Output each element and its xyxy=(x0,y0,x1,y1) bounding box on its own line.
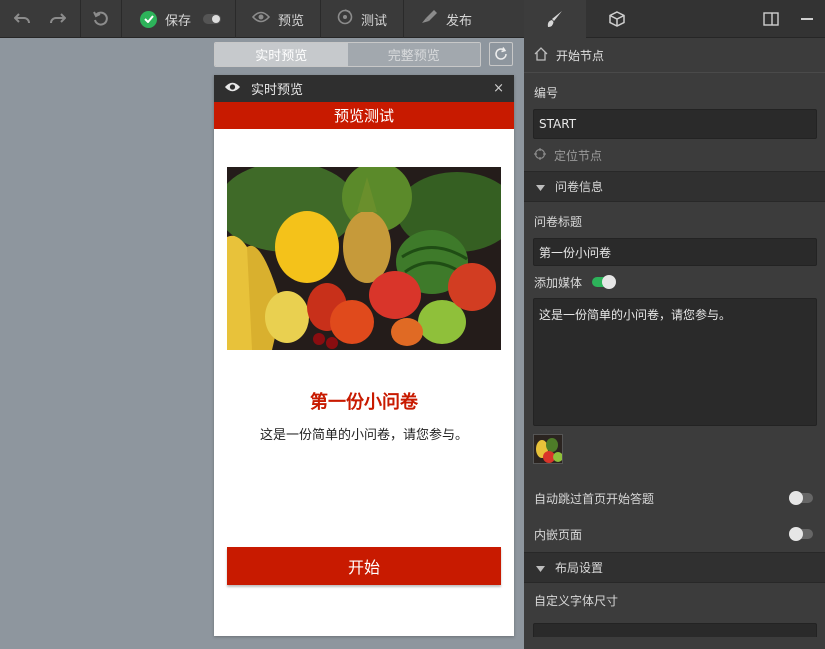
node-label: 开始节点 xyxy=(556,48,605,63)
top-toolbar: 保存 预览 测试 发布 xyxy=(0,0,524,38)
test-button[interactable]: 测试 xyxy=(321,0,405,38)
section-title: 布局设置 xyxy=(555,561,604,575)
locate-node-button[interactable]: 定位节点 xyxy=(524,139,825,171)
tab-full-preview[interactable]: 完整预览 xyxy=(347,43,480,66)
publish-label: 发布 xyxy=(446,13,473,29)
redo-icon[interactable] xyxy=(40,0,76,38)
tab-live-preview[interactable]: 实时预览 xyxy=(215,43,348,66)
caret-down-icon xyxy=(536,561,545,575)
embed-page-switch[interactable] xyxy=(789,527,813,541)
dock-panel-icon[interactable] xyxy=(753,0,789,38)
refresh-icon[interactable] xyxy=(489,42,513,66)
id-label: 编号 xyxy=(534,85,559,100)
undo-icon[interactable] xyxy=(4,0,40,38)
section-title: 问卷信息 xyxy=(555,180,604,194)
start-button[interactable]: 开始 xyxy=(227,547,501,585)
embed-page-row: 内嵌页面 xyxy=(524,516,825,552)
font-size-field[interactable] xyxy=(533,623,817,637)
test-label: 测试 xyxy=(361,13,388,29)
auto-skip-switch[interactable] xyxy=(789,491,813,505)
add-media-switch[interactable] xyxy=(592,275,617,289)
panel-window-controls xyxy=(753,0,825,37)
autosave-toggle[interactable] xyxy=(203,14,222,24)
embed-page-label: 内嵌页面 xyxy=(534,527,583,542)
save-button[interactable]: 保存 xyxy=(122,0,237,38)
properties-panel: 开始节点 编号 START 定位节点 问卷信息 问卷标题 第一份小问卷 添加媒体… xyxy=(524,0,825,649)
locate-label: 定位节点 xyxy=(554,148,603,163)
panel-tabs xyxy=(524,0,825,38)
eye-icon xyxy=(224,81,241,97)
id-field[interactable]: START xyxy=(533,109,817,139)
survey-title-label: 问卷标题 xyxy=(534,214,583,229)
font-size-label: 自定义字体尺寸 xyxy=(534,593,619,608)
add-media-row: 添加媒体 xyxy=(524,266,825,298)
survey-info-section[interactable]: 问卷信息 xyxy=(524,171,825,202)
preview-header-label: 实时预览 xyxy=(251,83,304,98)
caret-down-icon xyxy=(536,180,545,194)
publish-button[interactable]: 发布 xyxy=(404,0,488,38)
layout-section[interactable]: 布局设置 xyxy=(524,552,825,583)
auto-skip-label: 自动跳过首页开始答题 xyxy=(534,491,655,506)
add-media-label: 添加媒体 xyxy=(534,275,583,290)
preview-label: 预览 xyxy=(278,13,305,29)
close-icon[interactable]: × xyxy=(493,81,504,96)
rocket-icon xyxy=(420,9,438,29)
save-label: 保存 xyxy=(165,13,192,29)
node-header: 开始节点 xyxy=(524,38,825,73)
crosshair-icon xyxy=(534,147,546,163)
media-thumbnail[interactable] xyxy=(533,434,563,464)
phone-preview: 实时预览 × 预览测试 第一份小问卷 这是一份简单的小问卷，请您参与。 开始 xyxy=(214,75,514,636)
brush-icon[interactable] xyxy=(524,0,586,38)
eye-icon xyxy=(251,11,271,27)
minimize-icon[interactable] xyxy=(789,0,825,38)
preview-header: 实时预览 × xyxy=(214,75,514,102)
preview-page-title: 预览测试 xyxy=(214,102,514,129)
restore-icon[interactable] xyxy=(83,0,119,38)
preview-button[interactable]: 预览 xyxy=(236,0,322,38)
home-icon xyxy=(534,46,548,64)
survey-title: 第一份小问卷 xyxy=(310,392,418,413)
survey-description: 这是一份简单的小问卷，请您参与。 xyxy=(259,428,468,443)
history-group xyxy=(0,0,81,37)
preview-tabs: 实时预览 完整预览 xyxy=(214,42,481,67)
description-textarea[interactable]: 这是一份简单的小问卷，请您参与。 xyxy=(533,298,817,426)
fruit-image xyxy=(227,167,501,350)
auto-skip-row: 自动跳过首页开始答题 xyxy=(524,480,825,516)
survey-title-field[interactable]: 第一份小问卷 xyxy=(533,238,817,266)
test-icon xyxy=(337,9,353,29)
check-circle-icon xyxy=(140,10,157,28)
restore-group xyxy=(81,0,122,37)
cube-icon[interactable] xyxy=(586,0,648,38)
